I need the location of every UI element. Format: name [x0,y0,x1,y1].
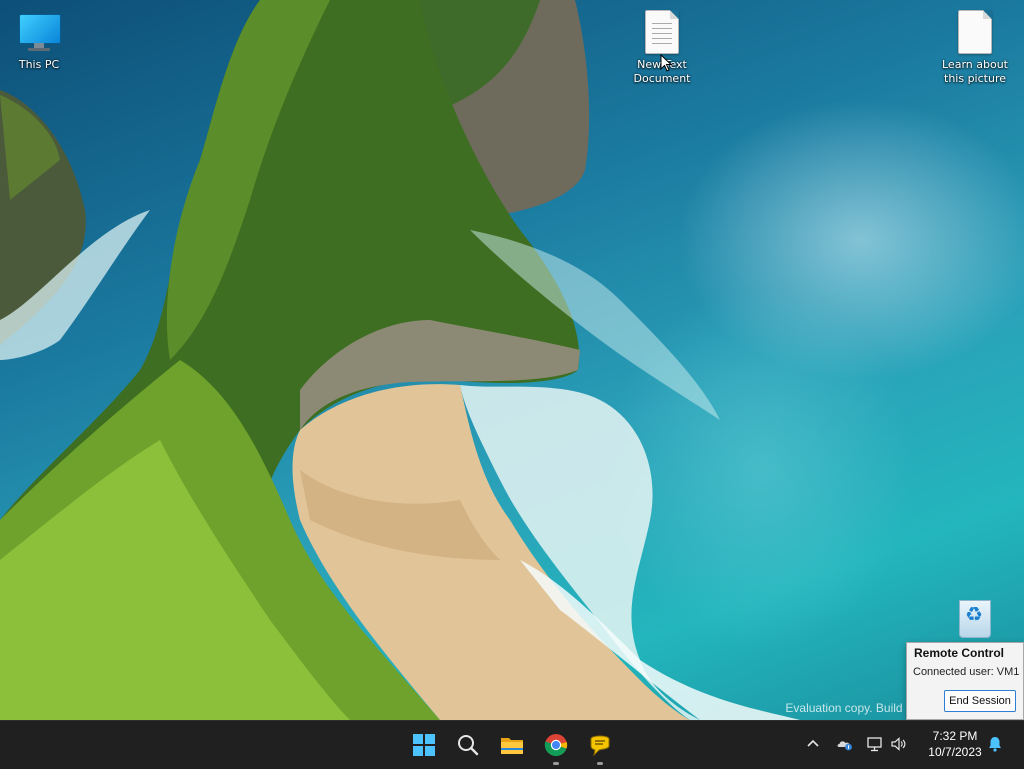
chevron-up-icon [807,739,819,747]
file-explorer-icon [501,738,523,754]
this-pc-label: This PC [18,58,60,71]
chrome-icon [544,734,568,757]
document-icon [952,10,998,56]
bell-icon [989,737,1001,752]
clock-date: 10/7/2023 [928,745,982,759]
start-button[interactable] [408,729,440,761]
remote-app-icon [590,735,610,757]
remote-control-panel: Remote Control Connected user: VM1 End S… [906,642,1024,720]
clock[interactable]: 7:32 PM 10/7/2023 [920,728,990,760]
mouse-pointer-icon [660,54,672,72]
learn-about-picture-shortcut[interactable]: Learn about this picture [937,8,1013,86]
taskbar: 7:32 PM 10/7/2023 [0,720,1024,769]
network-button[interactable] [866,735,884,753]
search-button[interactable] [452,729,484,761]
running-indicator [553,762,559,765]
running-indicator [597,762,603,765]
search-icon [458,735,479,756]
chrome-button[interactable] [540,729,572,765]
this-pc-shortcut[interactable]: This PC [1,10,77,72]
learn-about-picture-label: Learn about this picture [942,58,1008,85]
onedrive-button[interactable] [836,735,854,753]
volume-button[interactable] [890,735,908,753]
recycle-bin-icon [951,596,997,642]
volume-icon [891,737,906,751]
text-document-icon [639,10,685,56]
recycle-bin-shortcut[interactable] [936,596,1012,642]
connected-user-text: Connected user: VM1 [913,666,1020,678]
network-icon [867,737,882,752]
computer-icon [16,10,62,56]
desktop-wallpaper [0,0,1024,720]
show-hidden-icons-button[interactable] [804,735,822,753]
onedrive-icon [837,741,852,751]
notifications-button[interactable] [986,735,1004,753]
remote-control-title: Remote Control [914,646,1004,660]
new-text-document-shortcut[interactable]: New Text Document [624,8,700,86]
remote-app-button[interactable] [584,729,616,765]
wallpaper-art [0,0,800,720]
end-session-button[interactable]: End Session [944,690,1016,712]
clock-time: 7:32 PM [932,729,978,743]
file-explorer-button[interactable] [496,729,528,761]
